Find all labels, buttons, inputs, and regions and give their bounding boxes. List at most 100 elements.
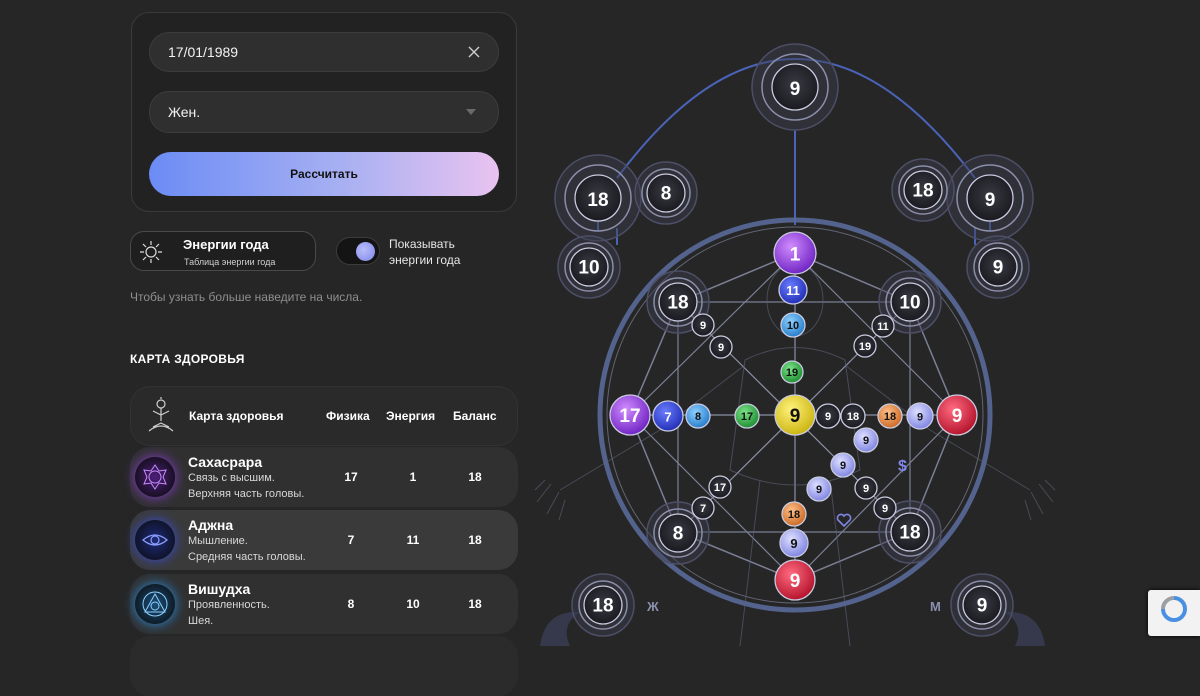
- gender-select[interactable]: Жен.: [149, 91, 499, 133]
- matrix-node-value: 18: [587, 190, 608, 211]
- recaptcha-icon: [1161, 596, 1187, 622]
- matrix-node-r0[interactable]: 9: [815, 403, 841, 429]
- physics-value[interactable]: 7: [336, 533, 366, 547]
- matrix-node-right-outer[interactable]: 9: [946, 154, 1034, 242]
- table-row[interactable]: Сахасрара Связь с высшим. Верхняя часть …: [130, 447, 518, 507]
- matrix-node-crown[interactable]: 1: [773, 231, 817, 275]
- year-energy-toggle[interactable]: [336, 237, 380, 265]
- matrix-node-bottom[interactable]: 9: [774, 559, 816, 601]
- male-label: М: [930, 599, 941, 614]
- matrix-node-l1[interactable]: 7: [652, 400, 684, 432]
- matrix-node-value: 1: [790, 244, 801, 265]
- recaptcha-badge[interactable]: [1148, 590, 1200, 636]
- balance-value[interactable]: 18: [460, 470, 490, 484]
- destiny-matrix: 918 810918911110199189910111917 7 8 17 9 18 18 9…: [534, 43, 1056, 646]
- matrix-node-value: 9: [718, 342, 724, 354]
- toggle-knob: [356, 242, 375, 261]
- matrix-node-left-outer[interactable]: 18: [554, 154, 642, 242]
- birthdate-input[interactable]: 17/01/1989: [149, 32, 499, 72]
- matrix-node-value: 19: [859, 341, 871, 353]
- female-label: Ж: [646, 599, 659, 614]
- table-row[interactable]: Вишудха Проявленность. Шея. 8 10 18: [130, 574, 518, 634]
- matrix-node-ll-a[interactable]: 7: [691, 496, 715, 520]
- matrix-node-top[interactable]: 9: [751, 43, 839, 131]
- left-panel: 17/01/1989 Жен. Рассчитать Энергии года …: [0, 0, 540, 696]
- matrix-node-diag1[interactable]: 9: [853, 427, 879, 453]
- matrix-node-diag3[interactable]: 9: [806, 476, 832, 502]
- matrix-node-b2[interactable]: 9: [779, 528, 809, 558]
- matrix-node-ur-a[interactable]: 11: [871, 314, 895, 338]
- matrix-node-c4[interactable]: 19: [780, 360, 804, 384]
- year-energy-card[interactable]: Энергии года Таблица энергии года: [130, 231, 316, 271]
- matrix-node-value: 9: [863, 483, 869, 495]
- matrix-node-diag2[interactable]: 9: [830, 452, 856, 478]
- col-balance: Баланс: [453, 409, 497, 423]
- chevron-down-icon: [466, 109, 476, 115]
- matrix-node-center[interactable]: 9: [774, 394, 816, 436]
- matrix-node-value: 18: [788, 509, 800, 521]
- matrix-node-value: 11: [877, 321, 889, 333]
- matrix-node-ul-a[interactable]: 9: [691, 313, 715, 337]
- matrix-node-value: 9: [917, 412, 923, 424]
- balance-value[interactable]: 18: [460, 597, 490, 611]
- matrix-node-left-mid[interactable]: 8: [634, 161, 698, 225]
- health-map-title: КАРТА ЗДОРОВЬЯ: [130, 352, 245, 366]
- matrix-node-value: 9: [825, 411, 831, 423]
- sun-icon: [140, 241, 162, 263]
- matrix-node-lr-a[interactable]: 9: [873, 496, 897, 520]
- matrix-node-right-big[interactable]: 9: [936, 394, 978, 436]
- matrix-node-value: 9: [700, 320, 706, 332]
- physics-value[interactable]: 8: [336, 597, 366, 611]
- physics-value[interactable]: 17: [336, 470, 366, 484]
- matrix-node-r3[interactable]: 9: [906, 402, 934, 430]
- col-physics: Физика: [326, 409, 370, 423]
- matrix-node-ur-b[interactable]: 19: [853, 334, 877, 358]
- matrix-node-c2[interactable]: 11: [778, 275, 808, 305]
- calc-form-card: 17/01/1989 Жен. Рассчитать: [131, 12, 517, 212]
- matrix-node-l2[interactable]: 8: [685, 403, 711, 429]
- birthdate-value: 17/01/1989: [168, 44, 239, 60]
- matrix-node-value: 18: [899, 523, 920, 544]
- matrix-node-c3[interactable]: 10: [780, 312, 806, 338]
- matrix-node-left-big[interactable]: 17: [609, 394, 651, 436]
- energy-value[interactable]: 11: [398, 533, 428, 547]
- clear-icon[interactable]: [468, 46, 480, 58]
- matrix-node-value: 7: [664, 409, 671, 424]
- matrix-node-value: 18: [592, 596, 613, 617]
- matrix-node-corner-right[interactable]: 9: [950, 573, 1014, 637]
- matrix-node-value: 18: [912, 181, 933, 202]
- matrix-node-value: 11: [786, 283, 800, 298]
- chakra-name: Аджна: [188, 517, 234, 533]
- table-row[interactable]: Аджна Мышление. Средняя часть головы. 7 …: [130, 510, 518, 570]
- toggle-label-line2: энергии года: [389, 253, 461, 267]
- energy-value[interactable]: 10: [398, 597, 428, 611]
- ajna-icon: [135, 520, 175, 560]
- matrix-node-lr-b[interactable]: 9: [854, 476, 878, 500]
- matrix-node-value: 10: [578, 258, 599, 279]
- chakra-name: Сахасрара: [188, 454, 263, 470]
- matrix-node-corner-left[interactable]: 18: [571, 573, 635, 637]
- balance-value[interactable]: 18: [460, 533, 490, 547]
- chakra-desc: Мышление.: [188, 535, 248, 547]
- heart-icon: [836, 513, 852, 528]
- matrix-node-l3[interactable]: 17: [734, 403, 760, 429]
- matrix-node-left-low[interactable]: 10: [557, 235, 621, 299]
- matrix-node-value: 17: [741, 411, 753, 423]
- matrix-node-value: 17: [619, 406, 640, 427]
- matrix-node-r1[interactable]: 18: [840, 403, 866, 429]
- matrix-node-ll-b[interactable]: 17: [708, 475, 732, 499]
- matrix-node-value: 17: [714, 482, 726, 494]
- table-row[interactable]: [130, 636, 518, 696]
- matrix-node-ul-b[interactable]: 9: [709, 335, 733, 359]
- matrix-node-r2[interactable]: 18: [877, 403, 903, 429]
- matrix-node-b1[interactable]: 18: [781, 501, 807, 527]
- energy-value[interactable]: 1: [398, 470, 428, 484]
- col-energy: Энергия: [386, 409, 436, 423]
- sahasrara-icon: [135, 457, 175, 497]
- matrix-node-right-low[interactable]: 9: [966, 235, 1030, 299]
- matrix-node-value: 9: [790, 406, 801, 427]
- calculate-button[interactable]: Рассчитать: [149, 152, 499, 196]
- year-energy-subtitle: Таблица энергии года: [184, 257, 276, 267]
- toggle-label-line1: Показывать: [389, 237, 455, 251]
- matrix-node-right-mid[interactable]: 18: [891, 158, 955, 222]
